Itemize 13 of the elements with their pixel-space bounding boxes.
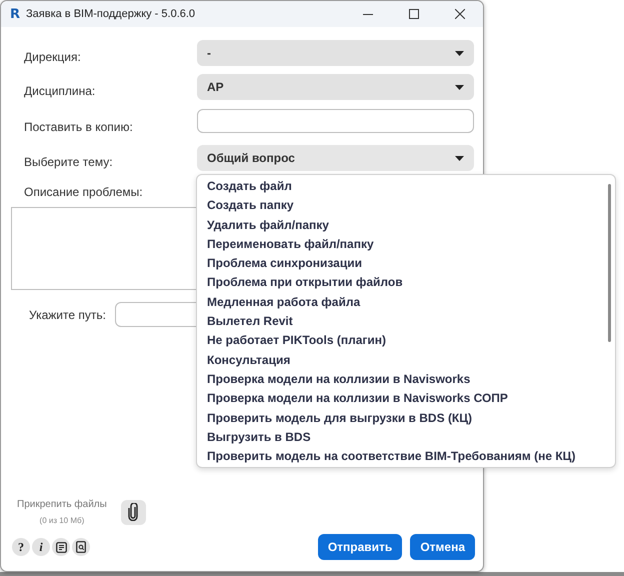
field-label: Выберите тему: <box>24 155 114 169</box>
field-label: Поставить в копию: <box>24 120 134 134</box>
dropdown-value: АР <box>207 80 224 94</box>
window-title: Заявка в BIM-поддержку - 5.0.6.0 <box>26 8 196 20</box>
field-label: Дисциплина: <box>24 84 96 98</box>
field-label: Описание проблемы: <box>24 185 143 201</box>
dropdown-value: Общий вопрос <box>207 151 295 165</box>
size-limit: (0 из 10 Мб) <box>40 516 84 525</box>
field-label: Укажите путь: <box>29 308 107 322</box>
app-logo: R <box>10 6 20 22</box>
field-label: Дирекция: <box>24 50 82 64</box>
dropdown-value: - <box>207 46 211 60</box>
attach-label: Прикрепить файлы <box>17 499 107 510</box>
